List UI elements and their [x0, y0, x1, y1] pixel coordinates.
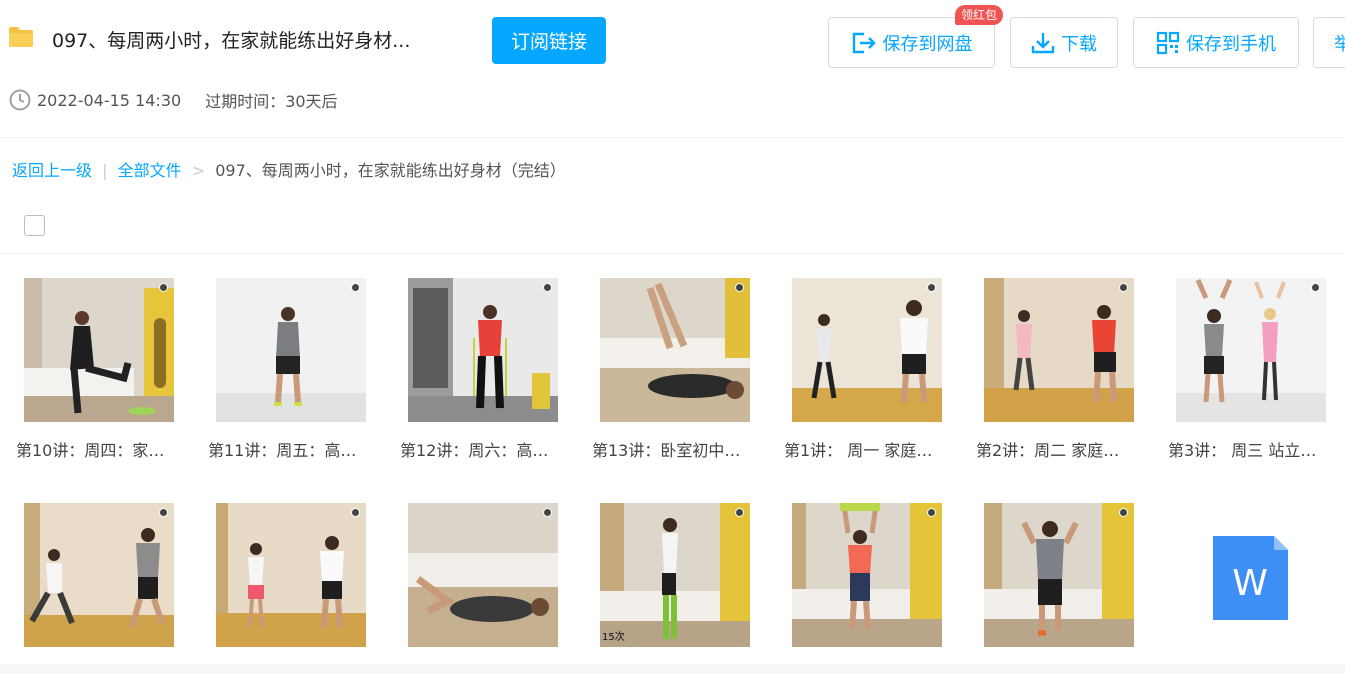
lock-icon: [1119, 508, 1128, 517]
save-to-disk-label: 保存到网盘: [882, 33, 973, 55]
save-to-phone-label: 保存到手机: [1186, 33, 1276, 55]
lock-icon: [159, 508, 168, 517]
file-tile-13[interactable]: [984, 503, 1134, 647]
file-name[interactable]: 第1讲： 周一 家庭…: [784, 437, 954, 461]
subscribe-link-button[interactable]: 订阅链接: [492, 17, 606, 64]
video-thumbnail: [792, 278, 942, 422]
video-thumbnail: [216, 278, 366, 422]
clock-icon: [9, 89, 31, 111]
list-divider: [0, 253, 1345, 254]
video-thumbnail: [24, 503, 174, 647]
file-name[interactable]: 第3讲： 周三 站立…: [1168, 437, 1338, 461]
video-thumbnail: [984, 503, 1134, 647]
file-name[interactable]: 第11讲：周五：高…: [208, 437, 378, 461]
video-thumbnail: [408, 503, 558, 647]
file-tile-14[interactable]: W: [1176, 503, 1326, 647]
video-thumbnail: 15次: [600, 503, 750, 647]
report-button[interactable]: 举: [1313, 17, 1345, 68]
video-thumbnail: [1176, 278, 1326, 422]
lock-icon: [351, 508, 360, 517]
video-thumbnail: [408, 278, 558, 422]
file-name[interactable]: 第12讲：周六：高…: [400, 437, 570, 461]
file-tile-3[interactable]: [408, 278, 558, 422]
video-thumbnail: [792, 503, 942, 647]
video-thumbnail: [600, 278, 750, 422]
lock-icon: [1119, 283, 1128, 292]
breadcrumb-current: 097、每周两小时，在家就能练出好身材（完结）: [215, 161, 566, 180]
download-button[interactable]: 下载: [1010, 17, 1118, 68]
file-tile-1[interactable]: [24, 278, 174, 422]
created-time: 2022-04-15 14:30: [37, 90, 182, 110]
file-tile-4[interactable]: [600, 278, 750, 422]
download-label: 下载: [1061, 33, 1097, 55]
breadcrumb-back-link[interactable]: 返回上一级: [12, 161, 92, 180]
file-tile-9[interactable]: [216, 503, 366, 647]
save-to-disk-icon: [852, 32, 876, 53]
download-icon: [1031, 32, 1055, 53]
expire-time: 过期时间：30天后: [205, 92, 338, 111]
file-name[interactable]: 第10讲：周四：家…: [16, 437, 186, 461]
breadcrumb-separator: |: [102, 161, 108, 180]
lock-icon: [1311, 283, 1320, 292]
lock-icon: [735, 508, 744, 517]
share-page: 097、每周两小时，在家就能练出好身材... 订阅链接 保存到网盘 领红包 下载…: [0, 0, 1345, 674]
qr-code-icon: [1156, 31, 1180, 54]
page-title: 097、每周两小时，在家就能练出好身材...: [52, 30, 411, 52]
file-tile-2[interactable]: [216, 278, 366, 422]
file-name[interactable]: 第13讲：卧室初中…: [592, 437, 762, 461]
report-label: 举: [1334, 33, 1345, 55]
thumb-overlay-count: 15次: [602, 630, 625, 643]
breadcrumb: 返回上一级 | 全部文件 > 097、每周两小时，在家就能练出好身材（完结）: [12, 157, 566, 181]
lock-icon: [927, 283, 936, 292]
lock-icon: [543, 283, 552, 292]
red-packet-badge[interactable]: 领红包: [955, 5, 1004, 25]
lock-icon: [351, 283, 360, 292]
select-all-checkbox[interactable]: [24, 215, 45, 236]
video-thumbnail: [24, 278, 174, 422]
word-letter: W: [1232, 563, 1268, 604]
file-tile-6[interactable]: [984, 278, 1134, 422]
save-to-phone-button[interactable]: 保存到手机: [1133, 17, 1299, 68]
file-tile-8[interactable]: [24, 503, 174, 647]
word-document-icon: W: [1213, 536, 1288, 620]
file-tile-7[interactable]: [1176, 278, 1326, 422]
file-tile-12[interactable]: [792, 503, 942, 647]
video-thumbnail: [984, 278, 1134, 422]
lock-icon: [735, 283, 744, 292]
file-name[interactable]: 第2讲：周二 家庭…: [976, 437, 1146, 461]
lock-icon: [543, 508, 552, 517]
folder-icon: [9, 27, 33, 47]
file-tile-10[interactable]: [408, 503, 558, 647]
header-divider: [0, 137, 1345, 138]
breadcrumb-all-files-link[interactable]: 全部文件: [118, 161, 182, 180]
video-thumbnail: [216, 503, 366, 647]
file-tile-11[interactable]: 15次: [600, 503, 750, 647]
breadcrumb-arrow: >: [191, 161, 206, 180]
file-tile-5[interactable]: [792, 278, 942, 422]
share-meta: 2022-04-15 14:30 过期时间：30天后: [9, 88, 338, 112]
lock-icon: [927, 508, 936, 517]
lock-icon: [159, 283, 168, 292]
bottom-bar: [0, 664, 1345, 674]
